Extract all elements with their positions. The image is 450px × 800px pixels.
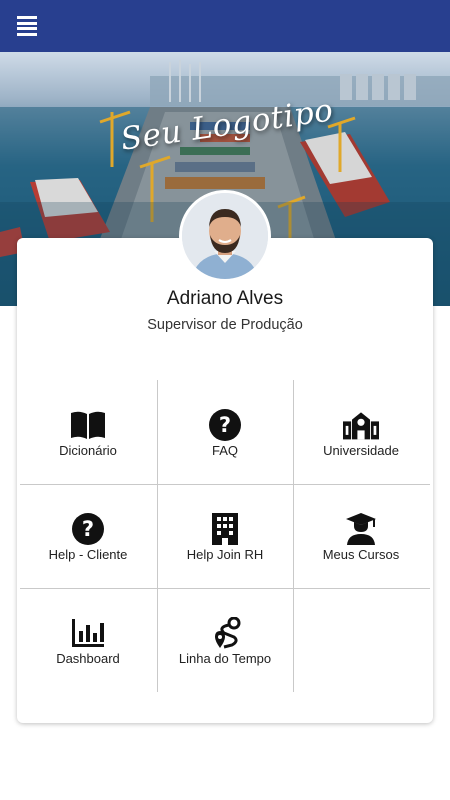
- menu-item-label: Dashboard: [56, 651, 120, 666]
- menu-item-dicionario[interactable]: Dicionário: [20, 380, 156, 484]
- menu-item-universidade[interactable]: Universidade: [293, 380, 429, 484]
- user-name: Adriano Alves: [166, 288, 284, 309]
- menu-item-label: Help Join RH: [186, 547, 264, 562]
- menu-item-label: Help - Cliente: [48, 547, 128, 562]
- menu-item-meus-cursos[interactable]: Meus Cursos: [293, 484, 429, 588]
- menu-item-help-cliente[interactable]: ? Help - Cliente: [20, 484, 156, 588]
- menu-item-label: Dicionário: [59, 443, 117, 458]
- menu-item-faq[interactable]: ? FAQ: [157, 380, 293, 484]
- user-role: Supervisor de Produção: [147, 317, 303, 333]
- graduate-user-icon: [343, 512, 379, 546]
- question-circle-icon: ?: [207, 408, 243, 442]
- question-circle-icon: ?: [70, 512, 106, 546]
- menu-item-help-join-rh[interactable]: Help Join RH: [157, 484, 293, 588]
- office-building-icon: [207, 512, 243, 546]
- book-icon: [70, 408, 106, 442]
- menu-item-label: Meus Cursos: [322, 547, 400, 562]
- hamburger-menu-icon[interactable]: [17, 16, 37, 36]
- menu-item-dashboard[interactable]: Dashboard: [20, 588, 156, 692]
- avatar: [179, 190, 271, 282]
- user-photo: [182, 193, 268, 279]
- menu-item-label: Universidade: [323, 443, 399, 458]
- school-building-icon: [343, 408, 379, 442]
- svg-text:?: ?: [219, 413, 231, 437]
- top-app-bar: [0, 0, 450, 52]
- bar-chart-icon: [70, 616, 106, 650]
- menu-item-label: Linha do Tempo: [178, 651, 272, 666]
- menu-grid: Dicionário ? FAQ Universidade ? Help - C…: [20, 380, 430, 692]
- route-icon: [207, 616, 243, 650]
- menu-item-linha-do-tempo[interactable]: Linha do Tempo: [157, 588, 293, 692]
- menu-item-label: FAQ: [211, 443, 238, 458]
- svg-text:?: ?: [82, 517, 94, 541]
